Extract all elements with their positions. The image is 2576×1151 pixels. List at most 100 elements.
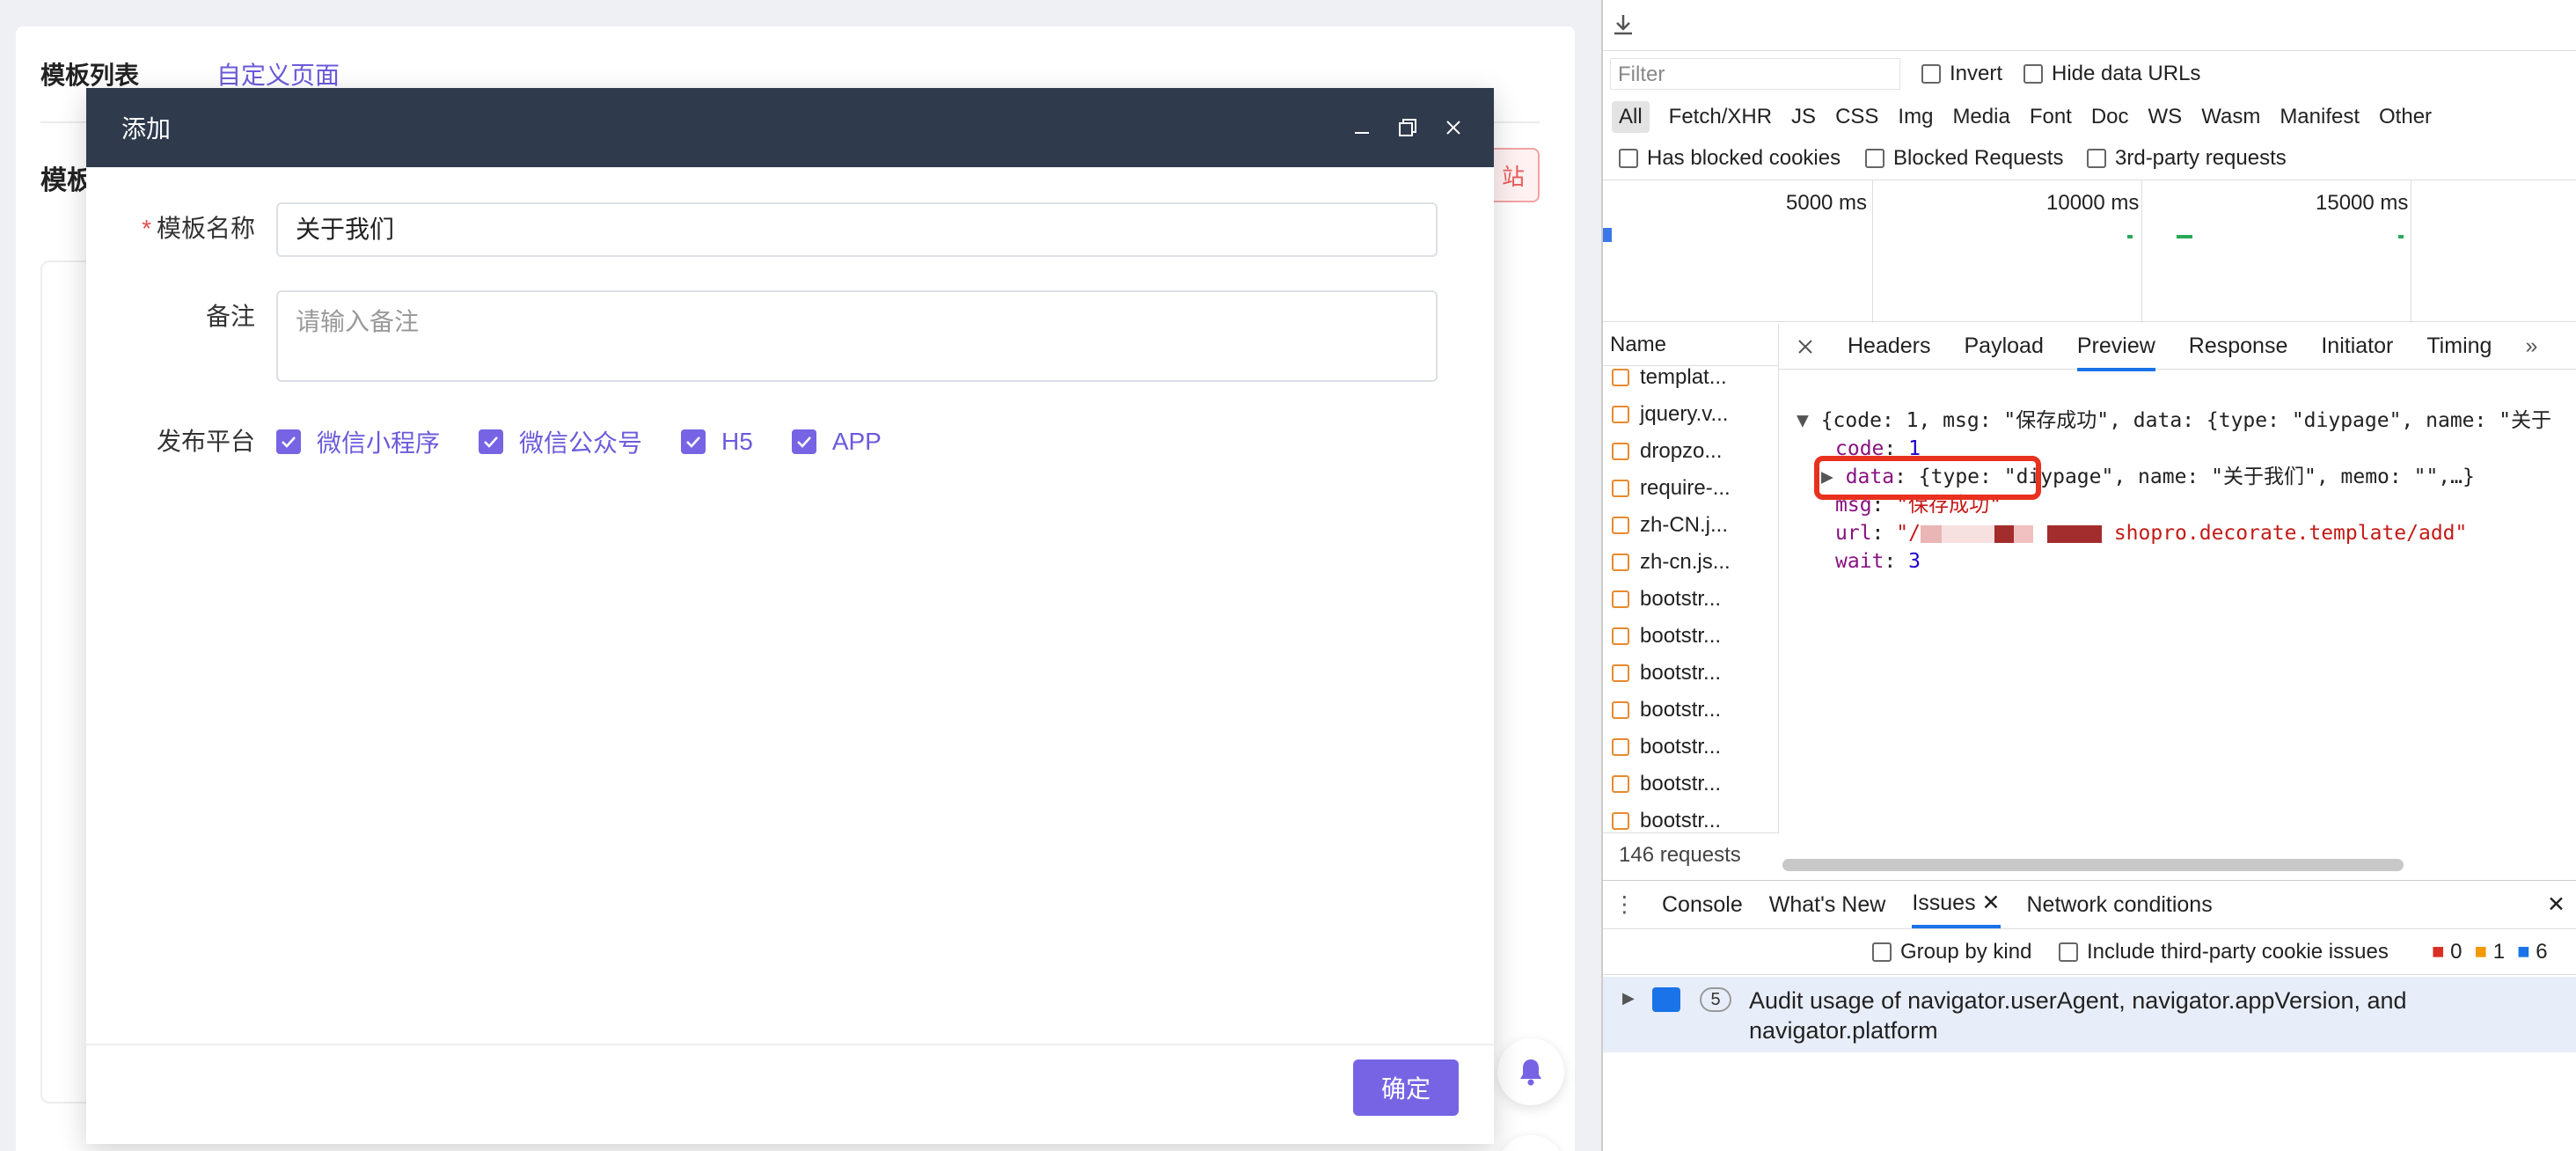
- warning-count: ■ 1: [2475, 940, 2506, 964]
- tab-headers[interactable]: Headers: [1848, 334, 1931, 359]
- json-root-line[interactable]: ▼ {code: 1, msg: "保存成功", data: {type: "d…: [1797, 407, 2551, 435]
- json-wait-line: wait: 3: [1835, 550, 1921, 573]
- message-icon: [1652, 987, 1680, 1012]
- confirm-button[interactable]: 确定: [1353, 1059, 1459, 1116]
- timeline-bar: [1603, 228, 1612, 242]
- file-icon: [1612, 554, 1629, 571]
- tab-preview[interactable]: Preview: [2076, 334, 2155, 371]
- request-name: templat...: [1640, 365, 1727, 389]
- type-font[interactable]: Font: [2030, 105, 2072, 129]
- json-url-line: url: "/ shopro.decorate.template/add": [1835, 522, 2468, 545]
- tab-timing[interactable]: Timing: [2426, 334, 2492, 359]
- memo-textarea[interactable]: 请输入备注: [276, 290, 1438, 382]
- timeline-overview[interactable]: 5000 ms 10000 ms 15000 ms: [1603, 180, 2576, 323]
- type-manifest[interactable]: Manifest: [2280, 105, 2360, 129]
- close-drawer-icon[interactable]: ✕: [2547, 891, 2565, 918]
- checkbox-label: Hide data URLs: [2052, 62, 2201, 85]
- checkbox-wechat-mini[interactable]: 微信小程序: [276, 424, 440, 459]
- error-count: ■ 0: [2432, 940, 2463, 964]
- request-row[interactable]: bootstr...: [1603, 766, 1778, 803]
- minimize-icon[interactable]: [1344, 88, 1379, 167]
- platform-checkboxes: 微信小程序 微信公众号 H5 APP: [276, 415, 882, 468]
- bg-action-button[interactable]: 站: [1487, 148, 1540, 202]
- timeline-bar: [2398, 235, 2404, 238]
- checkbox-box: [1865, 149, 1884, 168]
- issue-counters[interactable]: ■ 0 ■ 1 ■ 6: [2432, 940, 2548, 964]
- template-name-input[interactable]: 关于我们: [276, 202, 1438, 257]
- file-icon: [1612, 480, 1629, 497]
- type-css[interactable]: CSS: [1835, 105, 1878, 129]
- tab-whats-new[interactable]: What's New: [1769, 892, 1886, 918]
- notification-button[interactable]: [1497, 1038, 1564, 1105]
- type-js[interactable]: JS: [1791, 105, 1816, 129]
- request-row[interactable]: bootstr...: [1603, 655, 1778, 692]
- highlight-annotation: [1814, 456, 2041, 500]
- tab-issues[interactable]: Issues ✕: [1912, 881, 2001, 928]
- tab-response[interactable]: Response: [2189, 334, 2288, 359]
- hide-data-urls-checkbox[interactable]: Hide data URLs: [2023, 62, 2200, 86]
- expand-icon: ▼: [1797, 409, 1821, 432]
- more-tabs-icon[interactable]: »: [2525, 334, 2537, 359]
- json-preview: ▼ {code: 1, msg: "保存成功", data: {type: "d…: [1797, 378, 2551, 632]
- tab-console[interactable]: Console: [1662, 892, 1743, 918]
- issue-item[interactable]: ▶ 5 Audit usage of navigator.userAgent, …: [1603, 977, 2576, 1052]
- checkbox-label: Group by kind: [1900, 940, 2032, 964]
- type-all[interactable]: All: [1612, 101, 1650, 133]
- request-row[interactable]: bootstr...: [1603, 618, 1778, 655]
- checkbox-box: [1872, 942, 1892, 962]
- warning-count-value: 1: [2492, 940, 2506, 964]
- check-icon: [276, 429, 301, 454]
- type-media[interactable]: Media: [1952, 105, 2009, 129]
- request-count: 146 requests: [1603, 832, 1779, 876]
- request-row[interactable]: bootstr...: [1603, 581, 1778, 618]
- third-party-checkbox[interactable]: 3rd-party requests: [2087, 146, 2287, 171]
- third-party-issues-checkbox[interactable]: Include third-party cookie issues: [2059, 940, 2389, 964]
- request-row[interactable]: bootstr...: [1603, 692, 1778, 729]
- maximize-icon[interactable]: [1390, 88, 1425, 167]
- horizontal-scrollbar[interactable]: [1782, 859, 2404, 871]
- request-row[interactable]: bootstr...: [1603, 729, 1778, 766]
- request-list: templat... jquery.v... dropzo... require…: [1603, 359, 1778, 832]
- type-wasm[interactable]: Wasm: [2201, 105, 2260, 129]
- memo-row: 备注 请输入备注: [86, 290, 1438, 382]
- tab-initiator[interactable]: Initiator: [2321, 334, 2393, 359]
- request-name: bootstr...: [1640, 661, 1722, 685]
- info-icon: ■: [2517, 940, 2536, 964]
- checkbox-box: [2023, 64, 2043, 84]
- close-icon[interactable]: [1436, 88, 1471, 167]
- type-ws[interactable]: WS: [2148, 105, 2183, 129]
- request-name: require-...: [1640, 476, 1731, 500]
- tab-payload[interactable]: Payload: [1965, 334, 2044, 359]
- checkbox-wechat-oa[interactable]: 微信公众号: [479, 424, 642, 459]
- checkbox-box: [1619, 149, 1638, 168]
- request-row[interactable]: zh-CN.j...: [1603, 507, 1778, 544]
- json-url-value: shopro.decorate.template/add": [2113, 522, 2468, 545]
- request-row[interactable]: bootstr...: [1603, 803, 1778, 832]
- blocked-cookies-checkbox[interactable]: Has blocked cookies: [1619, 146, 1841, 171]
- checkbox-app[interactable]: APP: [791, 428, 882, 456]
- request-row[interactable]: require-...: [1603, 470, 1778, 507]
- timeline-label: 15000 ms: [2316, 191, 2409, 215]
- close-tab-icon[interactable]: ✕: [1982, 891, 2001, 915]
- type-doc[interactable]: Doc: [2091, 105, 2129, 129]
- error-count-value: 0: [2450, 940, 2463, 964]
- checkbox-h5[interactable]: H5: [681, 428, 753, 456]
- type-fetch[interactable]: Fetch/XHR: [1669, 105, 1772, 129]
- blocked-requests-checkbox[interactable]: Blocked Requests: [1865, 146, 2063, 171]
- download-icon[interactable]: [1612, 12, 1635, 37]
- json-summary: {code: 1, msg: "保存成功", data: {type: "diy…: [1820, 409, 2552, 432]
- group-by-kind-checkbox[interactable]: Group by kind: [1872, 940, 2031, 964]
- devtools-toolbar: [1603, 0, 2576, 51]
- invert-checkbox[interactable]: Invert: [1921, 62, 2002, 86]
- type-other[interactable]: Other: [2379, 105, 2432, 129]
- close-icon[interactable]: [1797, 338, 1814, 356]
- file-icon: [1612, 664, 1629, 682]
- request-row[interactable]: zh-cn.js...: [1603, 544, 1778, 581]
- drawer-menu-icon[interactable]: ⋮: [1614, 891, 1636, 918]
- tab-network-conditions[interactable]: Network conditions: [2027, 892, 2213, 918]
- filter-input[interactable]: Filter: [1610, 58, 1900, 90]
- type-img[interactable]: Img: [1898, 105, 1933, 129]
- request-row[interactable]: dropzo...: [1603, 433, 1778, 470]
- request-row[interactable]: jquery.v...: [1603, 396, 1778, 433]
- request-name: bootstr...: [1640, 587, 1722, 611]
